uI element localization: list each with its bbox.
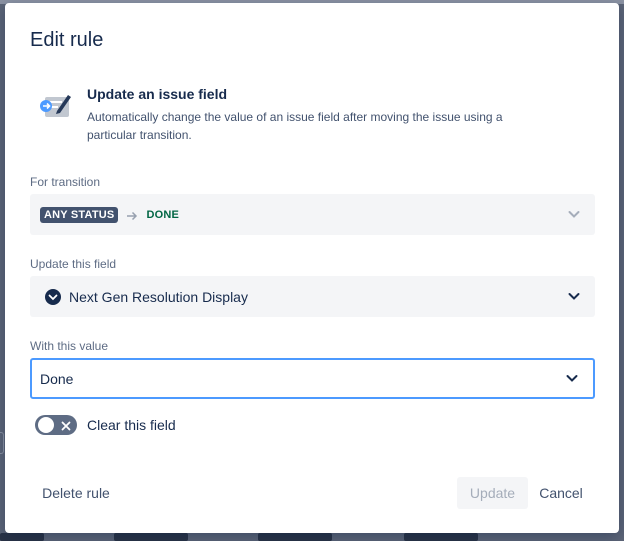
summary-description: Automatically change the value of an iss… [87,110,503,142]
to-status-lozenge: DONE [146,208,180,221]
edit-rule-dialog: Edit rule Update an issue field Automati… [5,3,619,533]
background-status-tag [0,533,44,541]
background-page-edge [0,432,4,454]
value-select[interactable]: Done [30,358,595,399]
dialog-title: Edit rule [30,29,104,51]
clear-field-label: Clear this field [87,417,176,433]
close-icon [60,419,72,431]
value-label: With this value [30,339,109,353]
background-status-tag [114,533,188,541]
transition-select[interactable]: ANY STATUS DONE [30,194,595,235]
update-button[interactable]: Update [457,477,528,509]
cancel-button[interactable]: Cancel [532,477,590,509]
background-status-tag [258,533,332,541]
field-label: Update this field [30,257,117,271]
chevron-down-icon[interactable] [567,207,581,221]
toggle-knob [38,417,54,433]
from-status-lozenge: ANY STATUS [40,206,119,223]
background-status-tag [404,533,478,541]
value-selected: Done [40,370,74,387]
edit-field-icon [39,91,73,121]
delete-rule-button[interactable]: Delete rule [35,477,117,509]
field-select[interactable]: Next Gen Resolution Display [30,276,595,317]
chevron-circle-icon [45,288,61,305]
transition-label: For transition [30,175,101,189]
chevron-down-icon[interactable] [567,289,581,303]
chevron-down-icon[interactable] [565,371,579,385]
arrow-right-icon [126,209,138,221]
clear-field-toggle[interactable] [35,415,77,435]
summary-title: Update an issue field [87,86,228,102]
field-value: Next Gen Resolution Display [69,288,248,305]
